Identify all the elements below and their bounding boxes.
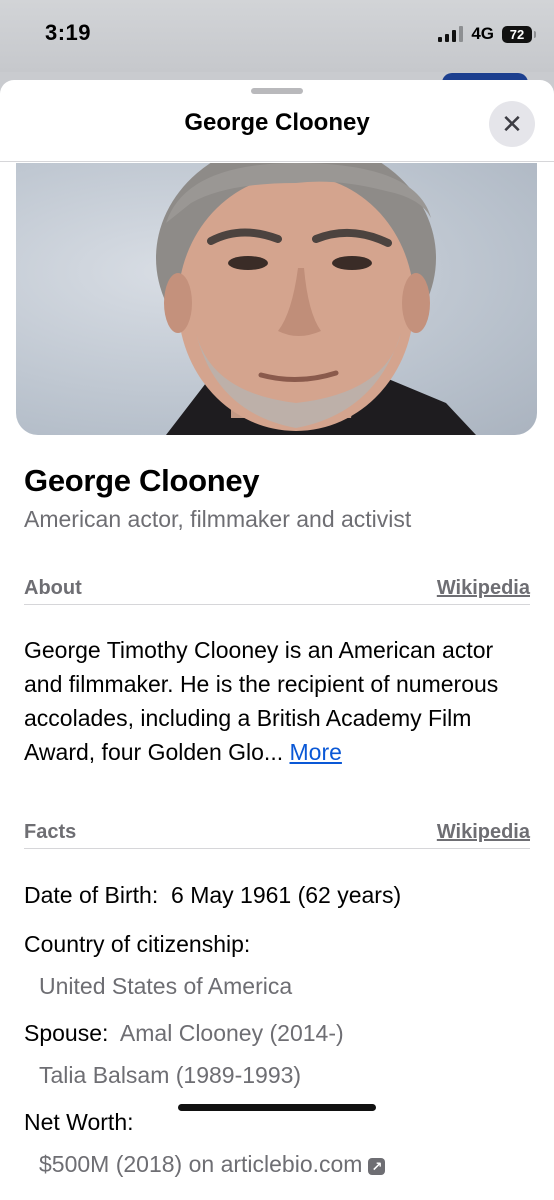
battery-level: 72 — [509, 26, 525, 42]
more-link[interactable]: More — [290, 739, 342, 765]
about-label: About — [24, 577, 82, 599]
dob-label: Date of Birth: — [24, 882, 159, 908]
fact-date-of-birth: Date of Birth: 6 May 1961 (62 years) — [24, 882, 401, 909]
dob-value: 6 May 1961 (62 years) — [171, 882, 402, 908]
net-worth-label: Net Worth: — [24, 1109, 134, 1135]
about-description: George Timothy Clooney is an American ac… — [24, 637, 499, 765]
person-name: George Clooney — [24, 463, 260, 498]
battery-icon: 72 — [502, 25, 536, 43]
facts-label: Facts — [24, 821, 77, 843]
about-section-header: About Wikipedia — [24, 569, 530, 605]
spouse-label: Spouse: — [24, 1020, 109, 1046]
sheet-header: George Clooney ✕ — [0, 80, 554, 162]
facts-wikipedia-link[interactable]: Wikipedia — [437, 821, 530, 844]
about-text: George Timothy Clooney is an American ac… — [24, 633, 534, 769]
close-icon: ✕ — [501, 108, 523, 139]
network-type: 4G — [471, 24, 494, 43]
person-photo[interactable] — [16, 163, 537, 435]
spouse-value-1[interactable]: Amal Clooney (2014-) — [120, 1020, 344, 1046]
status-indicators: 4G 72 — [438, 22, 536, 46]
spouse-value-2[interactable]: Talia Balsam (1989-1993) — [39, 1062, 301, 1089]
status-bar: 3:19 4G 72 — [0, 0, 554, 72]
fact-spouse: Spouse: Amal Clooney (2014-) — [24, 1020, 344, 1047]
citizenship-label: Country of citizenship: — [24, 931, 251, 957]
citizenship-value[interactable]: United States of America — [39, 973, 292, 1000]
facts-section-header: Facts Wikipedia — [24, 813, 530, 849]
cellular-signal-icon — [438, 26, 464, 42]
net-worth-value[interactable]: $500M (2018) on articlebio.com ↗ — [39, 1151, 386, 1178]
person-description: American actor, filmmaker and activist — [24, 506, 412, 532]
about-wikipedia-link[interactable]: Wikipedia — [437, 577, 530, 600]
net-worth-text[interactable]: $500M (2018) on articlebio.com — [39, 1151, 362, 1177]
sheet-title: George Clooney — [184, 109, 370, 136]
home-indicator[interactable] — [178, 1104, 376, 1111]
status-time: 3:19 — [45, 20, 92, 45]
close-button[interactable]: ✕ — [489, 101, 535, 147]
portrait-image — [156, 163, 476, 435]
knowledge-sheet: George Clooney ✕ George Clooney American… — [0, 80, 554, 1200]
external-link-icon: ↗ — [368, 1158, 386, 1175]
